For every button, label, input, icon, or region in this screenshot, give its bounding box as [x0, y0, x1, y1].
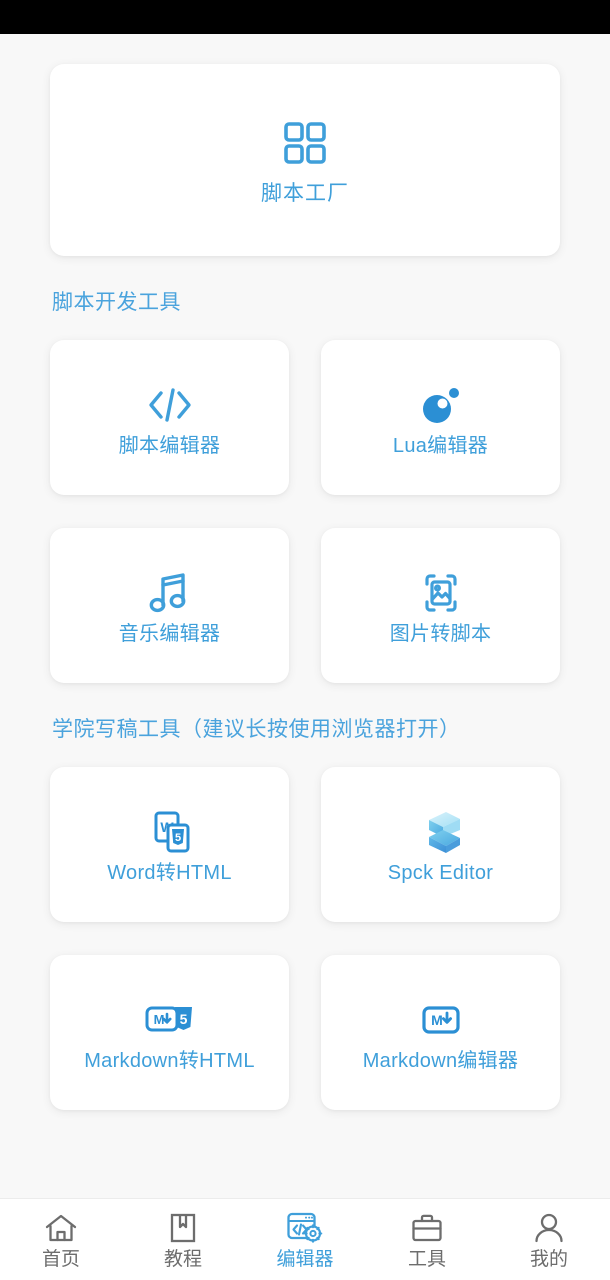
- word-to-html-icon: W 5: [144, 806, 196, 858]
- hero-section: 脚本工厂: [0, 34, 610, 256]
- tile-label: Word转HTML: [107, 861, 232, 884]
- nav-label: 编辑器: [276, 1248, 334, 1270]
- nav-item-profile[interactable]: 我的: [488, 1211, 610, 1269]
- tile-markdown-to-html[interactable]: M 5 Markdown转HTML: [50, 955, 289, 1110]
- tile-script-editor[interactable]: 脚本编辑器: [50, 340, 289, 495]
- markdown-icon: M: [418, 994, 464, 1046]
- tile-markdown-editor[interactable]: M Markdown编辑器: [321, 955, 560, 1110]
- script-factory-label: 脚本工厂: [261, 181, 349, 205]
- section-title-writing-tools: 学院写稿工具（建议长按使用浏览器打开）: [52, 718, 461, 741]
- tile-label: Markdown编辑器: [362, 1049, 519, 1072]
- lua-moon-icon: [417, 379, 465, 431]
- nav-item-tools[interactable]: 工具: [366, 1211, 488, 1269]
- grid-four-squares-icon: [279, 117, 331, 174]
- markdown-to-html-icon: M 5: [142, 994, 198, 1046]
- script-factory-card[interactable]: 脚本工厂: [50, 64, 560, 256]
- tile-music-editor[interactable]: 音乐编辑器: [50, 528, 289, 683]
- tile-label: 音乐编辑器: [118, 622, 221, 645]
- tile-image-to-script[interactable]: 图片转脚本: [321, 528, 560, 683]
- nav-item-home[interactable]: 首页: [0, 1211, 122, 1269]
- nav-label: 工具: [407, 1248, 446, 1270]
- tile-label: Markdown转HTML: [84, 1049, 255, 1072]
- person-icon: [533, 1211, 565, 1245]
- app-root: 脚本工厂 脚本开发工具 脚本编辑器 Lua编辑器 音乐编辑器 图片转脚本 学院写…: [0, 0, 610, 1280]
- scroll-content[interactable]: 脚本工厂 脚本开发工具 脚本编辑器 Lua编辑器 音乐编辑器 图片转脚本 学院写…: [0, 34, 610, 1198]
- section-title-dev-tools: 脚本开发工具: [52, 291, 181, 314]
- svg-text:M: M: [431, 1012, 443, 1028]
- nav-item-editor[interactable]: 编辑器: [244, 1211, 366, 1269]
- svg-text:5: 5: [174, 832, 180, 844]
- tile-lua-editor[interactable]: Lua编辑器: [321, 340, 560, 495]
- writing-tools-grid: W 5 Word转HTML: [0, 740, 610, 1110]
- tile-word-to-html[interactable]: W 5 Word转HTML: [50, 767, 289, 922]
- bookmark-book-icon: [168, 1211, 198, 1245]
- tile-label: 图片转脚本: [389, 622, 492, 645]
- svg-text:5: 5: [179, 1011, 187, 1027]
- nav-label: 教程: [163, 1248, 202, 1270]
- tile-spck-editor[interactable]: Spck Editor: [321, 767, 560, 922]
- briefcase-icon: [410, 1211, 444, 1245]
- spck-s-logo-icon: [416, 806, 466, 858]
- home-icon: [44, 1211, 78, 1245]
- nav-label: 首页: [41, 1248, 80, 1270]
- tile-label: 脚本编辑器: [118, 434, 221, 457]
- music-note-icon: [147, 567, 193, 619]
- bottom-navigation: 首页 教程 编辑器 工具 我的: [0, 1198, 610, 1280]
- tile-label: Lua编辑器: [392, 434, 489, 457]
- nav-label: 我的: [529, 1248, 568, 1270]
- status-bar: [0, 0, 610, 34]
- dev-tools-grid: 脚本编辑器 Lua编辑器 音乐编辑器 图片转脚本: [0, 313, 610, 683]
- browser-code-gear-icon: [286, 1211, 324, 1245]
- tile-label: Spck Editor: [387, 861, 494, 884]
- image-scan-icon: [416, 567, 466, 619]
- nav-item-tutorial[interactable]: 教程: [122, 1211, 244, 1269]
- code-brackets-icon: [145, 379, 195, 431]
